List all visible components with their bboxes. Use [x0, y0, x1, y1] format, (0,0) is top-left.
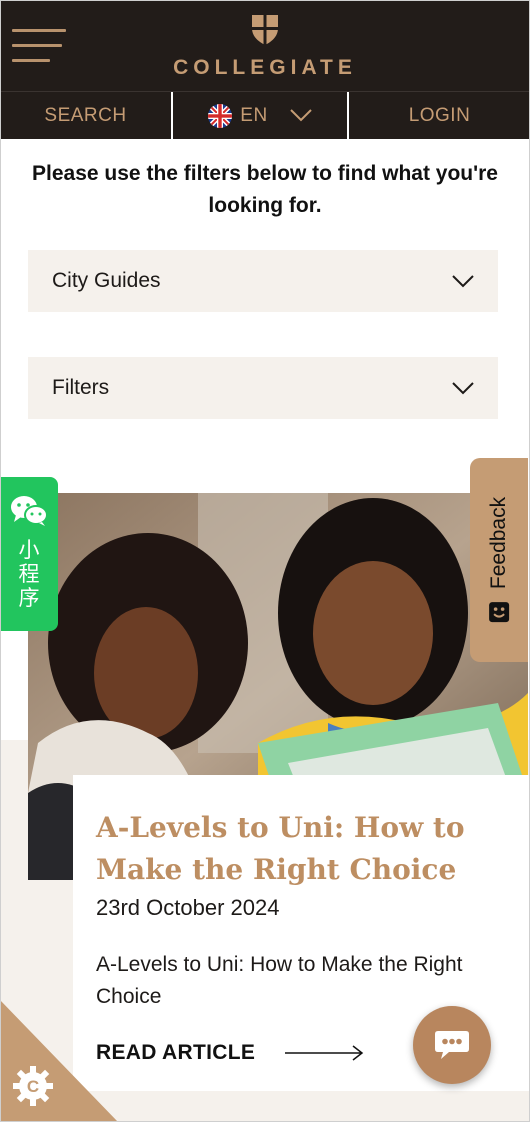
- shield-icon: [252, 15, 278, 45]
- chevron-down-icon: [289, 109, 312, 122]
- wechat-mini-program-tab[interactable]: 小程序: [0, 477, 58, 631]
- language-label: EN: [240, 104, 268, 126]
- login-label: LOGIN: [408, 104, 471, 126]
- chevron-down-icon: [452, 274, 474, 287]
- search-label: SEARCH: [44, 104, 127, 126]
- login-link[interactable]: LOGIN: [349, 92, 530, 139]
- badge-letter: C: [27, 1077, 39, 1096]
- smiley-icon: [489, 602, 510, 623]
- brand-name: COLLEGIATE: [173, 56, 357, 79]
- article-title[interactable]: A-Levels to Uni: How to Make the Right C…: [96, 807, 506, 891]
- chevron-down-icon: [452, 381, 474, 394]
- chat-bubble-icon: [435, 1031, 469, 1059]
- logo[interactable]: COLLEGIATE: [0, 14, 530, 80]
- uk-flag-icon: [208, 103, 233, 128]
- cookie-settings-badge[interactable]: C: [0, 1000, 120, 1122]
- filter-instructions: Please use the filters below to find wha…: [32, 162, 498, 217]
- article-date: 23rd October 2024: [96, 895, 280, 920]
- filters-dropdown[interactable]: Filters: [28, 357, 498, 419]
- article-excerpt: A-Levels to Uni: How to Make the Right C…: [96, 953, 463, 1008]
- cookie-settings-icon: C: [13, 1066, 53, 1106]
- category-dropdown[interactable]: City Guides: [28, 250, 498, 312]
- chat-button[interactable]: [413, 1006, 491, 1084]
- site-header: COLLEGIATE: [0, 0, 530, 92]
- filters-dropdown-value: Filters: [52, 376, 110, 399]
- wechat-icon: [11, 496, 48, 526]
- feedback-label: Feedback: [487, 496, 511, 590]
- category-dropdown-value: City Guides: [52, 269, 161, 292]
- arrow-right-icon: [285, 1045, 364, 1061]
- feedback-tab[interactable]: Feedback: [470, 458, 528, 662]
- search-link[interactable]: SEARCH: [0, 92, 173, 139]
- top-nav: SEARCH EN LOGIN: [0, 92, 530, 139]
- wechat-label: 小程序: [18, 539, 40, 610]
- language-selector[interactable]: EN: [173, 92, 349, 139]
